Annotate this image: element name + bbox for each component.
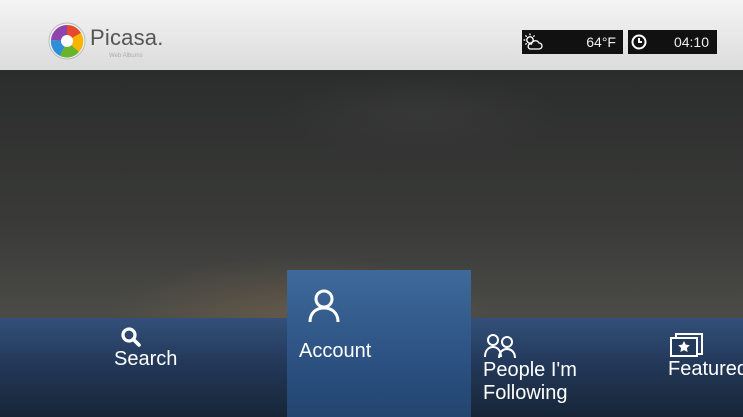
menu-item-featured[interactable]: Featured	[668, 332, 743, 381]
clock-widget: 04:10	[628, 30, 717, 54]
app-subtitle: Web Albums	[109, 53, 143, 59]
weather-widget: 64°F	[522, 30, 623, 54]
picasa-logo	[48, 22, 86, 60]
menu-item-search[interactable]: Search	[114, 326, 177, 371]
top-bar: Picasa. Web Albums 64°F 04:10	[0, 0, 743, 70]
menu-item-label: Featured	[668, 358, 743, 380]
clock-icon	[628, 31, 650, 53]
menu-item-label-line2: Following	[483, 382, 568, 404]
menu-item-label: Account	[299, 340, 372, 362]
menu-item-label-line1: People I'm	[483, 359, 577, 381]
menu-item-label: Search	[114, 348, 178, 370]
app-title: Picasa.	[90, 25, 164, 50]
time-text: 04:10	[673, 34, 709, 50]
person-icon	[307, 288, 341, 324]
featured-photos-icon	[668, 332, 743, 358]
search-icon	[120, 326, 177, 348]
people-icon	[483, 333, 577, 359]
partly-cloudy-icon	[522, 31, 544, 53]
menu-item-account[interactable]: Account	[287, 270, 471, 417]
temperature-text: 64°F	[586, 34, 616, 50]
menu-item-people-following[interactable]: People I'm Following	[483, 333, 577, 405]
